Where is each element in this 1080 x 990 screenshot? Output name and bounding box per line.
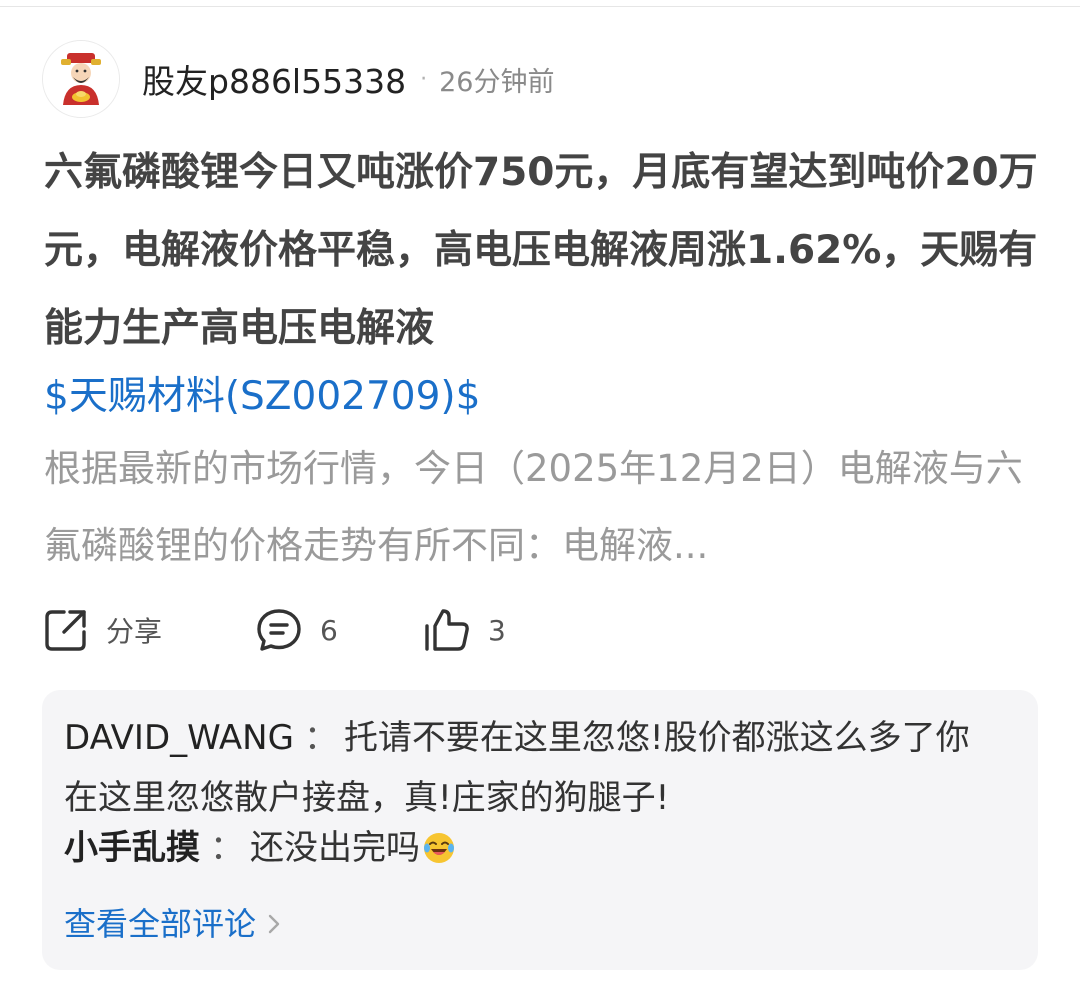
post-time: 26分钟前	[439, 66, 555, 98]
like-button[interactable]: 3	[422, 602, 506, 658]
comment-preview-box: DAVID_WANG：托请不要在这里忽悠!股价都涨这么多了你在这里忽悠散户接盘，…	[42, 690, 1038, 970]
post-header: 股友p886l55338 · 26分钟前	[42, 40, 554, 118]
comment-separator: ：	[210, 828, 244, 868]
comment-author[interactable]: 小手乱摸	[64, 828, 200, 868]
comment-icon	[254, 606, 304, 654]
comment-button[interactable]: 6	[254, 602, 338, 658]
view-all-label: 查看全部评论	[64, 905, 257, 943]
like-count: 3	[488, 613, 506, 647]
share-label: 分享	[106, 615, 163, 648]
avatar[interactable]	[42, 40, 120, 118]
view-all-comments-link[interactable]: 查看全部评论	[64, 894, 280, 954]
share-icon	[42, 606, 90, 654]
stock-link[interactable]: $天赐材料(SZ002709)$	[44, 358, 480, 436]
comment-count: 6	[320, 613, 338, 647]
comment-item[interactable]: DAVID_WANG：托请不要在这里忽悠!股价都涨这么多了你在这里忽悠散户接盘，…	[64, 708, 994, 828]
share-button[interactable]: 分享	[42, 602, 162, 658]
post-headline[interactable]: 六氟磷酸锂今日又吨涨价750元，月底有望达到吨价20万元，电解液价格平稳，高电压…	[44, 134, 1044, 368]
meta-separator: ·	[420, 66, 428, 92]
post-summary[interactable]: 根据最新的市场行情，今日（2025年12月2日）电解液与六氟磷酸锂的价格走势有所…	[44, 430, 1040, 584]
action-bar: 分享 6 3	[42, 602, 642, 658]
post-card: 股友p886l55338 · 26分钟前 六氟磷酸锂今日又吨涨价750元，月底有…	[0, 0, 1080, 990]
chevron-right-icon	[268, 914, 280, 934]
thumbs-up-icon	[422, 606, 472, 654]
author-name[interactable]: 股友p886l55338	[142, 55, 406, 103]
laughing-tears-emoji-icon	[422, 824, 456, 884]
comment-author[interactable]: DAVID_WANG	[64, 718, 294, 758]
comment-text: 还没出完吗	[250, 828, 420, 868]
comment-separator: ：	[303, 718, 338, 758]
comment-item[interactable]: 小手乱摸：还没出完吗	[64, 818, 994, 884]
